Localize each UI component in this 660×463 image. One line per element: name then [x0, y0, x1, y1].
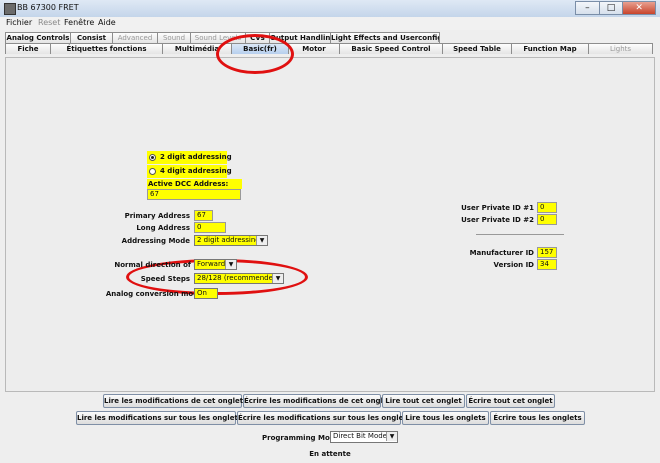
menu-reset: Reset [38, 18, 61, 27]
tab-etiquettes-fonctions[interactable]: Étiquettes fonctions [50, 43, 163, 54]
tab-function-map[interactable]: Function Map [511, 43, 589, 54]
radio-selected-icon [149, 154, 156, 161]
primary-address-label: Primary Address [124, 212, 190, 220]
read-changes-all-tabs-button[interactable]: Lire les modifications sur tous les ongl… [76, 411, 242, 425]
user-id1-field[interactable]: 0 [537, 202, 557, 213]
tab-fiche[interactable]: Fiche [5, 43, 51, 54]
addressing-mode-select[interactable]: 2 digit addressing ▼ [194, 235, 268, 246]
app-icon [4, 3, 16, 15]
radio-4digit[interactable]: 4 digit addressing [147, 165, 232, 178]
normal-direction-value: Forward [197, 260, 226, 268]
tab-consist[interactable]: Consist [70, 32, 113, 43]
write-changes-tab-button[interactable]: Écrire les modifications de cet onglet [243, 394, 391, 408]
window-title: BB 67300 FRET [17, 3, 79, 12]
version-id-field[interactable]: 34 [537, 259, 557, 270]
read-changes-tab-button[interactable]: Lire les modifications de cet onglet [103, 394, 243, 408]
tab-advanced: Advanced [112, 32, 158, 43]
close-icon[interactable]: ✕ [622, 1, 656, 15]
tab-light-effects[interactable]: Light Effects and Userconfig [330, 32, 440, 43]
window-controls: – □ ✕ [575, 1, 656, 15]
primary-address-field[interactable]: 67 [194, 210, 213, 221]
manufacturer-id-label: Manufacturer ID [469, 249, 534, 257]
title-bar: BB 67300 FRET – □ ✕ [0, 0, 660, 18]
long-address-field[interactable]: 0 [194, 222, 226, 233]
read-all-tab-button[interactable]: Lire tout cet onglet [382, 394, 465, 408]
long-address-label: Long Address [136, 224, 190, 232]
tab-sound: Sound [157, 32, 191, 43]
basic-panel: 2 digit addressing 4 digit addressing Ac… [5, 57, 655, 392]
read-all-tabs-button[interactable]: Lire tous les onglets [402, 411, 489, 425]
analog-conversion-value: On [197, 289, 207, 297]
chevron-down-icon: ▼ [225, 260, 236, 269]
active-dcc-field[interactable]: 67 [147, 189, 241, 200]
programming-mode-label: Programming Mode [262, 434, 340, 442]
analog-conversion-select[interactable]: On [194, 288, 218, 299]
analog-conversion-label: Analog conversion mode [105, 290, 203, 298]
addressing-mode-label: Addressing Mode [121, 237, 190, 245]
menu-aide[interactable]: Aide [98, 18, 116, 27]
tab-speed-table[interactable]: Speed Table [442, 43, 512, 54]
minimize-icon[interactable]: – [575, 1, 600, 15]
menu-fichier[interactable]: Fichier [6, 18, 32, 27]
menu-bar: Fichier Reset Fenêtre Aide [0, 17, 660, 30]
maximize-icon[interactable]: □ [598, 1, 624, 15]
tab-analog-controls[interactable]: Analog Controls [5, 32, 71, 43]
user-id1-label: User Private ID #1 [461, 204, 534, 212]
chevron-down-icon: ▼ [386, 432, 397, 441]
chevron-down-icon: ▼ [256, 236, 267, 245]
tab-basic-speed-control[interactable]: Basic Speed Control [339, 43, 443, 54]
write-changes-all-tabs-button[interactable]: Écrire les modifications sur tous les on… [237, 411, 411, 425]
separator [476, 234, 564, 235]
menu-fenetre[interactable]: Fenêtre [64, 18, 94, 27]
tab-lights: Lights [588, 43, 653, 54]
annotation-circle-tab [216, 34, 294, 74]
user-id2-field[interactable]: 0 [537, 214, 557, 225]
radio-2digit-label: 2 digit addressing [160, 153, 232, 161]
tab-row-2: Fiche Étiquettes fonctions Multimédia Ba… [5, 43, 655, 54]
radio-unselected-icon [149, 168, 156, 175]
write-all-tabs-button[interactable]: Écrire tous les onglets [490, 411, 585, 425]
active-dcc-label: Active DCC Address: [147, 179, 242, 189]
manufacturer-id-field[interactable]: 157 [537, 247, 557, 258]
programming-mode-select[interactable]: Direct Bit Mode ▼ [330, 431, 398, 443]
write-all-tab-button[interactable]: Écrire tout cet onglet [466, 394, 555, 408]
normal-direction-select[interactable]: Forward ▼ [194, 259, 237, 270]
user-id2-label: User Private ID #2 [461, 216, 534, 224]
addressing-mode-value: 2 digit addressing [197, 236, 260, 244]
version-id-label: Version ID [493, 261, 534, 269]
radio-4digit-label: 4 digit addressing [160, 167, 232, 175]
programming-mode-value: Direct Bit Mode [333, 432, 387, 440]
tab-row-1: Analog Controls Consist Advanced Sound S… [5, 32, 440, 43]
tab-motor[interactable]: Motor [288, 43, 340, 54]
radio-2digit[interactable]: 2 digit addressing [147, 151, 232, 164]
status-bar: En attente [309, 450, 351, 458]
